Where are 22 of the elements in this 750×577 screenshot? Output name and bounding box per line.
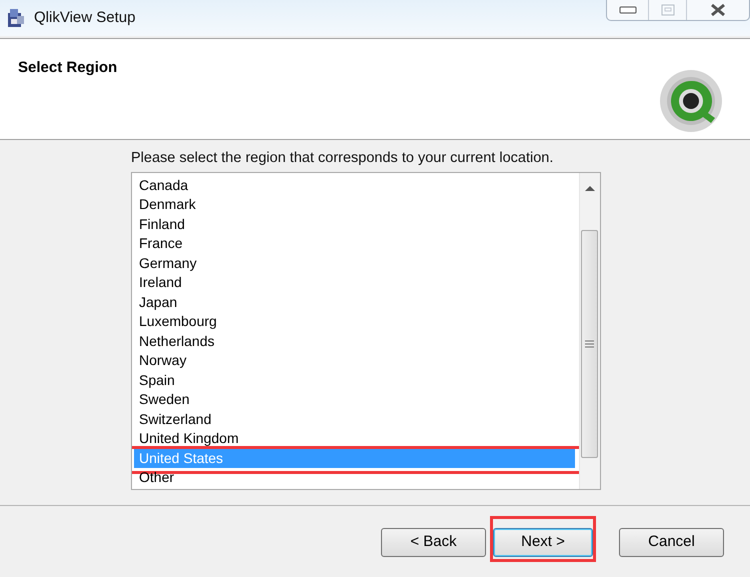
dialog-button[interactable]: Cancel [619, 528, 724, 557]
list-item[interactable]: Luxembourg [134, 312, 575, 332]
list-item[interactable]: Finland [134, 214, 575, 234]
list-item[interactable]: Norway [134, 351, 575, 371]
list-item[interactable]: Denmark [134, 195, 575, 215]
page-title: Select Region [18, 58, 118, 78]
dialog-button[interactable]: Next > [493, 528, 593, 557]
list-item[interactable]: Spain [134, 370, 575, 390]
list-item[interactable]: United Kingdom [134, 429, 575, 449]
list-item[interactable]: Sweden [134, 390, 575, 410]
list-item[interactable]: Switzerland [134, 410, 575, 430]
list-item[interactable]: France [134, 234, 575, 254]
list-item[interactable]: Canada [134, 176, 575, 196]
list-item[interactable]: Germany [134, 254, 575, 274]
list-item[interactable]: Netherlands [134, 332, 575, 352]
window-title: QlikView Setup [34, 8, 136, 28]
list-item[interactable]: Ireland [134, 273, 575, 293]
instruction-text: Please select the region that corresponds to your current location. [131, 149, 554, 168]
dialog-button[interactable]: < Back [381, 528, 486, 557]
region-listbox[interactable]: Canada Denmark Finland France Germany Ireland Japan Luxembourg Netherlands Norway Spain Sweden Switzerland United Kingdom United States Other [131, 172, 601, 490]
list-item[interactable]: Other [134, 468, 575, 488]
list-item[interactable]: Japan [134, 292, 575, 312]
